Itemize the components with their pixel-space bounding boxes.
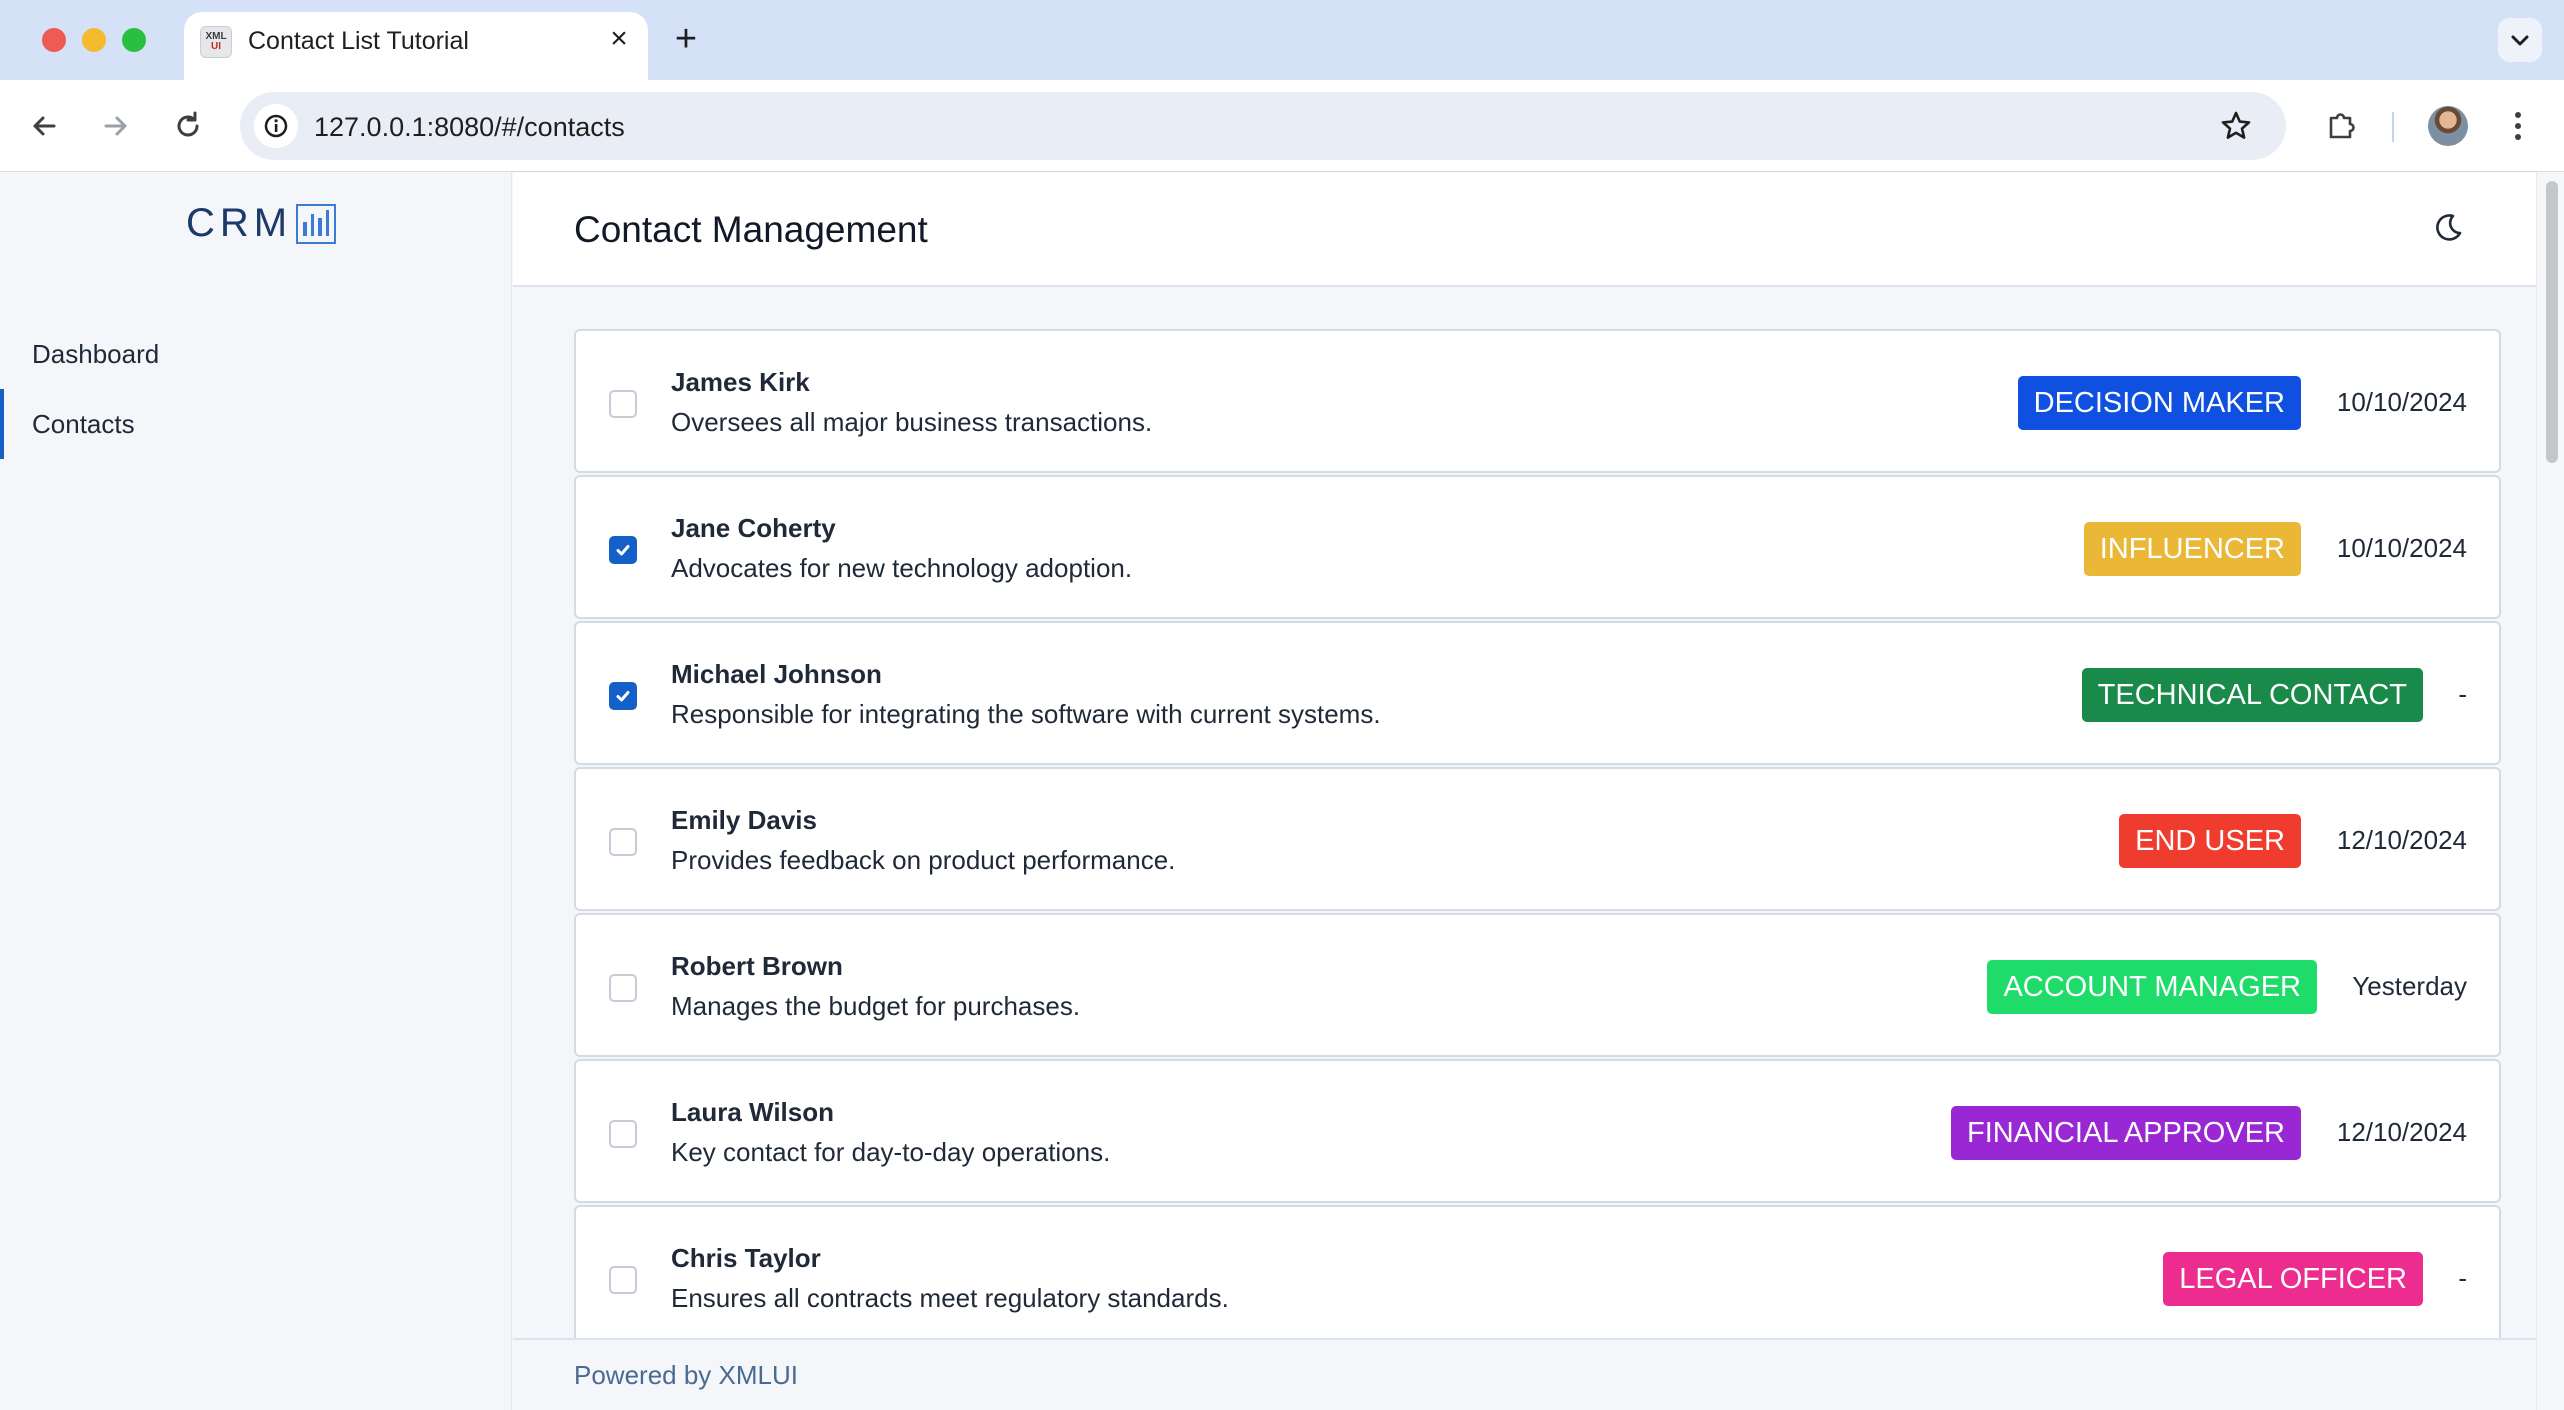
contact-description: Ensures all contracts meet regulatory st…: [671, 1283, 1229, 1313]
crm-logo: CRM: [186, 201, 337, 246]
contact-row[interactable]: Michael Johnson Responsible for integrat…: [574, 621, 2501, 765]
contact-name: Jane Coherty: [671, 513, 836, 543]
sidebar-item-contacts[interactable]: Contacts: [0, 389, 512, 459]
page-title: Contact Management: [574, 209, 928, 250]
contact-name: Robert Brown: [671, 951, 843, 981]
bookmark-star-icon[interactable]: [2216, 106, 2256, 146]
contact-description: Oversees all major business transactions…: [671, 407, 1153, 437]
tab-title: Contact List Tutorial: [248, 27, 469, 55]
browser-tab-bar: XML UI Contact List Tutorial × +: [0, 0, 2564, 80]
back-arrow-icon[interactable]: [20, 102, 68, 150]
contact-tag-badge: TECHNICAL CONTACT: [2081, 668, 2423, 722]
browser-menu-kebab-icon[interactable]: [2500, 102, 2536, 150]
reload-icon[interactable]: [164, 102, 212, 150]
app-sidebar: CRM Dashboard Contacts: [0, 173, 512, 1410]
checkmark-icon: [616, 545, 630, 556]
contact-checkbox[interactable]: [609, 974, 637, 1002]
contact-row[interactable]: Emily Davis Provides feedback on product…: [574, 767, 2501, 911]
contact-description: Key contact for day-to-day operations.: [671, 1137, 1111, 1167]
profile-avatar[interactable]: [2428, 106, 2468, 146]
dark-mode-moon-icon[interactable]: [2425, 205, 2471, 251]
logo-text: CRM: [186, 201, 293, 245]
contact-row[interactable]: Jane Coherty Advocates for new technolog…: [574, 475, 2501, 619]
tab-search-chevron-icon[interactable]: [2498, 18, 2542, 62]
contact-name: Chris Taylor: [671, 1243, 821, 1273]
page-footer: Powered by XMLUI: [513, 1338, 2536, 1410]
main-content: Contact Management James Kirk Oversees a…: [513, 173, 2536, 1410]
contact-checkbox[interactable]: [609, 1266, 637, 1294]
contact-date: -: [2458, 1263, 2467, 1293]
contact-checkbox[interactable]: [609, 1120, 637, 1148]
contact-checkbox[interactable]: [609, 536, 637, 564]
close-window-button[interactable]: [42, 28, 66, 52]
contact-date: Yesterday: [2352, 971, 2467, 1001]
contact-name: Emily Davis: [671, 805, 817, 835]
contact-tag-badge: END USER: [2119, 814, 2301, 868]
contact-tag-badge: FINANCIAL APPROVER: [1950, 1106, 2301, 1160]
contact-date: 10/10/2024: [2336, 387, 2467, 417]
url-text[interactable]: 127.0.0.1:8080/#/contacts: [314, 112, 625, 143]
scrollbar-thumb[interactable]: [2546, 181, 2558, 463]
contact-date: 12/10/2024: [2336, 825, 2467, 855]
browser-tab-active[interactable]: XML UI Contact List Tutorial ×: [184, 12, 648, 80]
contact-date: 12/10/2024: [2336, 1117, 2467, 1147]
contact-tag-badge: DECISION MAKER: [2017, 376, 2301, 430]
site-info-icon[interactable]: [254, 104, 298, 148]
contact-row[interactable]: Laura Wilson Key contact for day-to-day …: [574, 1059, 2501, 1203]
sidebar-item-dashboard[interactable]: Dashboard: [0, 319, 512, 389]
contact-name: Michael Johnson: [671, 659, 882, 689]
address-bar[interactable]: 127.0.0.1:8080/#/contacts: [240, 92, 2286, 160]
contact-row[interactable]: Robert Brown Manages the budget for purc…: [574, 913, 2501, 1057]
forward-arrow-icon[interactable]: [92, 102, 140, 150]
contact-name: Laura Wilson: [671, 1097, 835, 1127]
extensions-puzzle-icon[interactable]: [2318, 102, 2366, 150]
contact-tag-badge: INFLUENCER: [2083, 522, 2301, 576]
contact-checkbox[interactable]: [609, 390, 637, 418]
contact-row[interactable]: James Kirk Oversees all major business t…: [574, 329, 2501, 473]
bar-chart-logo-icon: [296, 203, 337, 244]
minimize-window-button[interactable]: [82, 28, 106, 52]
contact-tag-badge: LEGAL OFFICER: [2163, 1252, 2423, 1306]
contact-description: Provides feedback on product performance…: [671, 845, 1176, 875]
close-tab-icon[interactable]: ×: [602, 22, 636, 56]
contact-description: Responsible for integrating the software…: [671, 699, 1381, 729]
xmlui-favicon-icon: XML UI: [200, 26, 232, 58]
page-scrollbar[interactable]: [2536, 173, 2564, 1410]
new-tab-plus-icon[interactable]: +: [666, 20, 706, 60]
checkmark-icon: [616, 691, 630, 702]
page-header: Contact Management: [513, 173, 2536, 287]
contact-tag-badge: ACCOUNT MANAGER: [1987, 960, 2317, 1014]
contact-date: 10/10/2024: [2336, 533, 2467, 563]
contact-description: Advocates for new technology adoption.: [671, 553, 1133, 583]
footer-text: Powered by XMLUI: [574, 1360, 798, 1390]
toolbar-divider: [2392, 112, 2394, 142]
contact-checkbox[interactable]: [609, 682, 637, 710]
contact-date: -: [2458, 679, 2467, 709]
contact-checkbox[interactable]: [609, 828, 637, 856]
contact-row[interactable]: Chris Taylor Ensures all contracts meet …: [574, 1205, 2501, 1349]
browser-toolbar: 127.0.0.1:8080/#/contacts: [0, 80, 2564, 172]
contact-name: James Kirk: [671, 367, 810, 397]
contact-description: Manages the budget for purchases.: [671, 991, 1081, 1021]
maximize-window-button[interactable]: [122, 28, 146, 52]
